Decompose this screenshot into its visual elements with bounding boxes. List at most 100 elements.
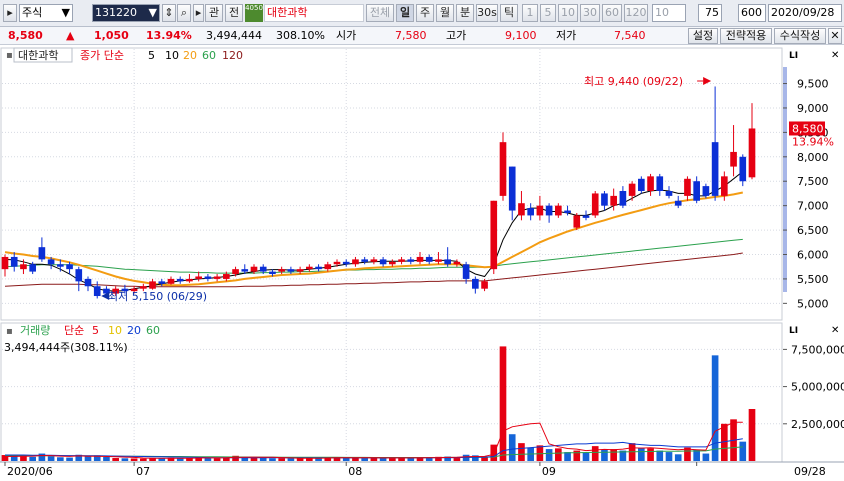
price-scrollbar[interactable]	[783, 67, 787, 292]
date-input[interactable]: 2020/09/28	[768, 4, 842, 22]
candle-body	[508, 166, 516, 211]
all-button[interactable]: 전	[225, 4, 243, 22]
all-range-button[interactable]: 전체	[366, 4, 394, 22]
volume-bar	[748, 408, 756, 461]
volume-bar	[112, 458, 119, 461]
candle-body	[407, 259, 415, 262]
minute-120-button[interactable]: 120	[624, 4, 648, 22]
watch-button[interactable]: 관	[205, 4, 223, 22]
period-week-button[interactable]: 주	[416, 4, 434, 22]
count-input-b[interactable]: 600	[738, 4, 766, 22]
minute-30-button[interactable]: 30	[580, 4, 600, 22]
current-pct-tag-text: 13.94%	[792, 135, 834, 148]
volume-bar	[66, 457, 73, 461]
candle-body	[84, 278, 92, 287]
candle-body	[693, 181, 700, 201]
period-day-button[interactable]: 일	[396, 4, 414, 22]
volume-legend-ma5: 5	[92, 324, 99, 337]
volume-bar	[656, 450, 664, 461]
volume-bar	[259, 458, 267, 461]
market-select[interactable]: 주식 ▼	[19, 4, 73, 22]
period-30s-button[interactable]: 30s	[476, 4, 498, 22]
candle-body	[223, 274, 230, 279]
volume-tick-label: 5,000,000	[791, 381, 844, 394]
candle-body	[481, 281, 488, 289]
candle-body	[232, 269, 239, 275]
play-icon[interactable]: ▸	[193, 4, 204, 22]
volume-bar	[269, 458, 276, 461]
stock-name-field: 대한과학	[264, 4, 364, 22]
candle-body	[601, 193, 608, 206]
candle-body	[684, 178, 691, 196]
count-input-a[interactable]: 75	[698, 4, 722, 22]
panel-close-icon[interactable]: ✕	[831, 50, 839, 61]
volume-ratio: 308.10%	[276, 29, 325, 42]
legend-dot-icon: ▪	[6, 50, 13, 61]
volume-bar	[555, 448, 562, 461]
custom-period-input[interactable]: 10	[652, 4, 686, 22]
stepper-icon[interactable]: ⇕	[162, 4, 176, 22]
minute-5-button[interactable]: 5	[540, 4, 556, 22]
volume-bar	[38, 453, 46, 461]
candle-body	[379, 259, 387, 265]
candle-body	[444, 259, 451, 265]
candle-body	[536, 205, 544, 216]
market-selector-icon[interactable]: ▸	[3, 4, 17, 22]
candle-body	[472, 278, 479, 289]
volume-bar	[564, 452, 571, 461]
low-label: 저가	[556, 29, 577, 42]
write-formula-button[interactable]: 수식작성	[774, 28, 826, 44]
candle-body	[555, 205, 562, 216]
volume-bar	[20, 456, 27, 461]
apply-strategy-button[interactable]: 전략적용	[720, 28, 772, 44]
x-tick-label: 09/28	[794, 465, 826, 478]
volume-bar	[342, 458, 350, 461]
price-tick-label: 6,500	[797, 224, 829, 237]
candle-body	[389, 261, 396, 265]
volume-bar	[665, 452, 673, 461]
candle-body	[213, 276, 221, 279]
candle-body	[75, 269, 83, 282]
volume-bar	[370, 458, 378, 461]
chevron-down-icon: ▼	[61, 6, 70, 19]
period-minute-button[interactable]: 분	[456, 4, 474, 22]
period-tick-button[interactable]: 틱	[500, 4, 518, 22]
minute-60-button[interactable]: 60	[602, 4, 622, 22]
price-tick-label: 9,500	[797, 78, 829, 91]
candle-body	[361, 259, 368, 262]
price-tick-label: 5,500	[797, 273, 829, 286]
price-change: 1,050	[94, 29, 129, 42]
candle-body	[241, 269, 249, 272]
trade-volume: 3,494,444	[206, 29, 262, 42]
volume-legend-ma10: 10	[108, 324, 122, 337]
price-tick-label: 7,000	[797, 200, 829, 213]
candle-body	[370, 259, 378, 262]
candle-body	[66, 264, 73, 270]
panel-menu-icon[interactable]: LI	[789, 326, 798, 336]
volume-bar	[47, 456, 55, 461]
candle-body	[158, 281, 166, 284]
volume-bar	[518, 443, 525, 461]
minute-1-button[interactable]: 1	[522, 4, 538, 22]
candle-body	[176, 278, 184, 282]
close-icon[interactable]: ✕	[828, 28, 842, 44]
candle-body	[204, 276, 212, 279]
candle-body	[93, 286, 101, 297]
price-change-pct: 13.94%	[146, 29, 192, 42]
volume-bar	[103, 456, 110, 461]
volume-bar	[638, 447, 645, 461]
candle-body	[278, 269, 285, 272]
volume-bar	[204, 458, 212, 461]
candle-body	[499, 142, 507, 196]
candle-body	[315, 266, 322, 270]
settings-button[interactable]: 설정	[688, 28, 718, 44]
panel-menu-icon[interactable]: LI	[789, 51, 798, 61]
candle-body	[490, 200, 498, 270]
volume-bar	[647, 448, 654, 461]
candle-body	[591, 193, 599, 216]
search-icon[interactable]: ⌕	[177, 4, 191, 22]
minute-10-button[interactable]: 10	[558, 4, 578, 22]
period-month-button[interactable]: 월	[436, 4, 454, 22]
panel-close-icon[interactable]: ✕	[831, 325, 839, 336]
stock-code-input[interactable]: 131220 ▼	[92, 4, 160, 22]
